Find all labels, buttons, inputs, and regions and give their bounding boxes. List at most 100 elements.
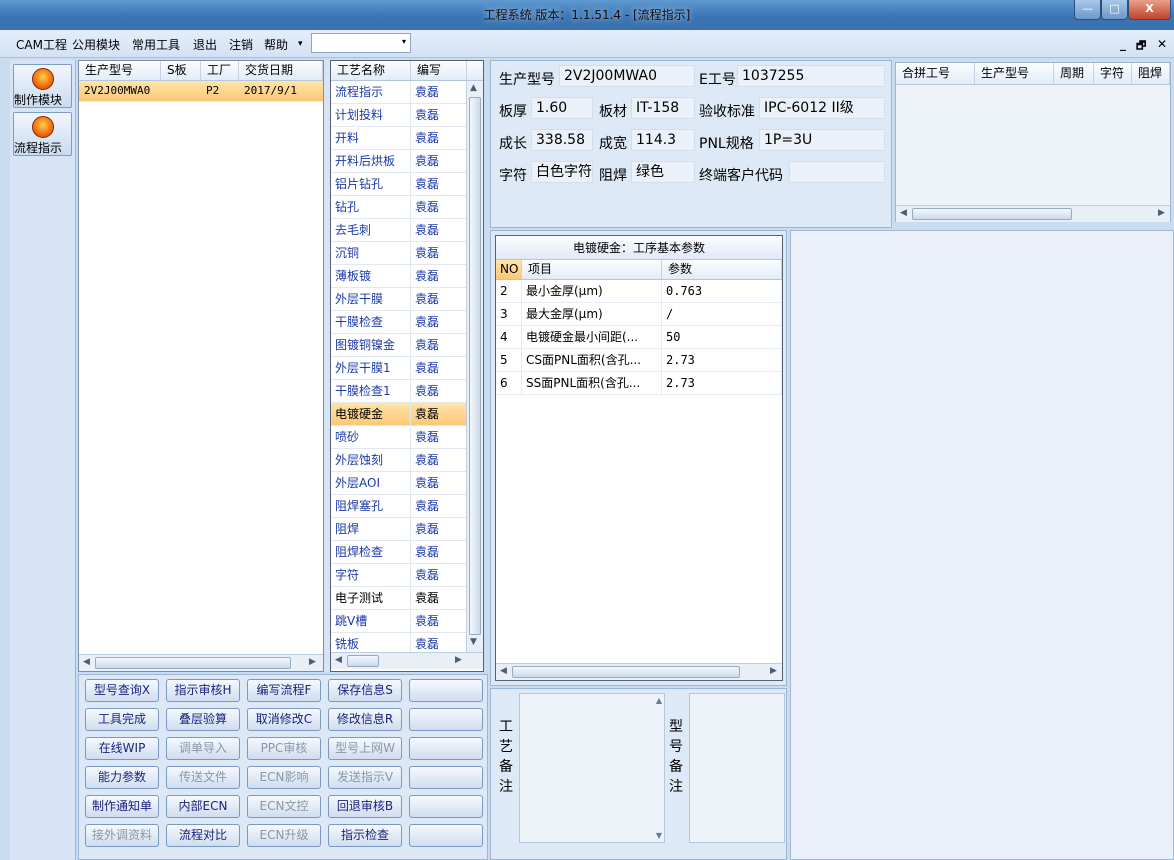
menu-combo-box[interactable]: ▾	[311, 33, 411, 53]
table-row[interactable]: 2V2J00MWA0 P2 2017/9/1	[79, 81, 323, 102]
table-row[interactable]: 4 电镀硬金最小间距(... 50	[496, 326, 782, 349]
minimize-button[interactable]: —	[1074, 0, 1101, 20]
param-grid-hscroll[interactable]: ◀ ▶	[496, 663, 782, 680]
action-button[interactable]: 回退审核B	[328, 795, 402, 818]
action-button[interactable]: 发送指示V	[328, 766, 402, 789]
list-item[interactable]: 跳V槽 袁磊	[331, 610, 483, 633]
table-row[interactable]: 2 最小金厚(μm) 0.763	[496, 280, 782, 303]
list-item[interactable]: 流程指示 袁磊	[331, 81, 483, 104]
menu-common-tools[interactable]: 常用工具	[132, 36, 180, 53]
scroll-thumb[interactable]	[912, 208, 1072, 220]
scroll-right-icon[interactable]: ▶	[770, 666, 777, 676]
list-item[interactable]: 阻焊塞孔 袁磊	[331, 495, 483, 518]
action-button[interactable]: 取消修改C	[247, 708, 321, 731]
action-button[interactable]: 叠层验算	[166, 708, 240, 731]
list-item[interactable]: 干膜检查1 袁磊	[331, 380, 483, 403]
action-button[interactable]: 指示审核H	[166, 679, 240, 702]
col-delivery-date[interactable]: 交货日期	[239, 61, 323, 80]
action-button[interactable]: ECN升级	[247, 824, 321, 847]
action-button[interactable]	[409, 737, 483, 760]
scroll-thumb[interactable]	[347, 655, 379, 667]
action-button[interactable]: 指示检查	[328, 824, 402, 847]
scroll-right-icon[interactable]: ▶	[455, 655, 462, 665]
col-char[interactable]: 字符	[1094, 63, 1132, 84]
list-item[interactable]: 去毛刺 袁磊	[331, 219, 483, 242]
action-button[interactable]	[409, 766, 483, 789]
list-item[interactable]: 钻孔 袁磊	[331, 196, 483, 219]
list-item[interactable]: 电镀硬金 袁磊	[331, 403, 483, 426]
action-button[interactable]: 工具完成	[85, 708, 159, 731]
list-item[interactable]: 外层干膜 袁磊	[331, 288, 483, 311]
tool-flow-button[interactable]: 流程指示	[13, 112, 72, 156]
acceptance-field[interactable]: IPC-6012 II级	[759, 97, 885, 119]
col-no[interactable]: NO	[496, 260, 522, 279]
action-button[interactable]: 传送文件	[166, 766, 240, 789]
list-item[interactable]: 阻焊 袁磊	[331, 518, 483, 541]
menu-help[interactable]: 帮助	[264, 36, 288, 53]
action-button[interactable]: 流程对比	[166, 824, 240, 847]
scroll-right-icon[interactable]: ▶	[309, 657, 316, 667]
col-model[interactable]: 生产型号	[975, 63, 1054, 84]
action-button[interactable]: ECN文控	[247, 795, 321, 818]
material-field[interactable]: IT-158	[631, 97, 695, 119]
menu-logout[interactable]: 注销	[229, 36, 253, 53]
list-item[interactable]: 计划投料 袁磊	[331, 104, 483, 127]
tool-make-module-button[interactable]: 制作模块	[13, 64, 72, 108]
table-row[interactable]: 5 CS面PNL面积(含孔... 2.73	[496, 349, 782, 372]
model-notes-field[interactable]	[689, 693, 785, 843]
menu-cam[interactable]: CAM工程	[16, 36, 67, 53]
scroll-left-icon[interactable]: ◀	[900, 208, 907, 218]
scroll-thumb[interactable]	[95, 657, 291, 669]
list-item[interactable]: 铝片钻孔 袁磊	[331, 173, 483, 196]
action-button[interactable]: 制作通知单	[85, 795, 159, 818]
process-notes-field[interactable]: ▲ ▼	[519, 693, 665, 843]
scroll-down-icon[interactable]: ▼	[656, 831, 662, 840]
ejob-field[interactable]: 1037255	[737, 65, 885, 87]
process-list-vscroll[interactable]: ▲ ▼	[466, 81, 483, 652]
action-button[interactable]	[409, 708, 483, 731]
model-grid-hscroll[interactable]: ◀ ▶	[79, 654, 323, 671]
list-item[interactable]: 开料后烘板 袁磊	[331, 150, 483, 173]
action-button[interactable]	[409, 679, 483, 702]
scroll-left-icon[interactable]: ◀	[500, 666, 507, 676]
scroll-up-icon[interactable]: ▲	[470, 83, 477, 93]
scroll-left-icon[interactable]: ◀	[83, 657, 90, 667]
action-button[interactable]	[409, 795, 483, 818]
list-item[interactable]: 沉铜 袁磊	[331, 242, 483, 265]
action-button[interactable]: 修改信息R	[328, 708, 402, 731]
pnl-spec-field[interactable]: 1P=3U	[759, 129, 885, 151]
table-row[interactable]: 3 最大金厚(μm) /	[496, 303, 782, 326]
list-item[interactable]: 外层AOI 袁磊	[331, 472, 483, 495]
col-factory[interactable]: 工厂	[201, 61, 239, 80]
list-item[interactable]: 电子测试 袁磊	[331, 587, 483, 610]
menu-overflow-icon[interactable]: ▾	[298, 39, 303, 49]
action-button[interactable]: 调单导入	[166, 737, 240, 760]
process-list-hscroll[interactable]: ◀ ▶	[331, 652, 483, 669]
col-model[interactable]: 生产型号	[79, 61, 161, 80]
solder-mask-field[interactable]: 绿色	[631, 161, 695, 183]
col-author[interactable]: 编写	[411, 61, 467, 80]
col-value[interactable]: 参数	[662, 260, 782, 279]
width-field[interactable]: 114.3	[631, 129, 695, 151]
model-field[interactable]: 2V2J00MWA0	[559, 65, 695, 87]
action-button[interactable]: PPC审核	[247, 737, 321, 760]
close-button[interactable]: X	[1128, 0, 1171, 20]
col-process-name[interactable]: 工艺名称	[331, 61, 411, 80]
action-button[interactable]: 在线WIP	[85, 737, 159, 760]
scroll-thumb[interactable]	[512, 666, 740, 678]
list-item[interactable]: 干膜检查 袁磊	[331, 311, 483, 334]
table-row[interactable]: 6 SS面PNL面积(含孔... 2.73	[496, 372, 782, 395]
col-combine-job[interactable]: 合拼工号	[896, 63, 975, 84]
combine-grid-hscroll[interactable]: ◀ ▶	[896, 205, 1170, 222]
action-button[interactable]: 型号查询X	[85, 679, 159, 702]
mdi-restore-button[interactable]: 🗗	[1136, 37, 1146, 56]
action-button[interactable]: 保存信息S	[328, 679, 402, 702]
scroll-down-icon[interactable]: ▼	[470, 637, 477, 647]
scroll-left-icon[interactable]: ◀	[335, 655, 342, 665]
action-button[interactable]: 内部ECN	[166, 795, 240, 818]
char-field[interactable]: 白色字符	[531, 161, 593, 183]
action-button[interactable]: ECN影响	[247, 766, 321, 789]
col-s-board[interactable]: S板	[161, 61, 201, 80]
list-item[interactable]: 外层干膜1 袁磊	[331, 357, 483, 380]
end-customer-field[interactable]	[789, 161, 885, 183]
